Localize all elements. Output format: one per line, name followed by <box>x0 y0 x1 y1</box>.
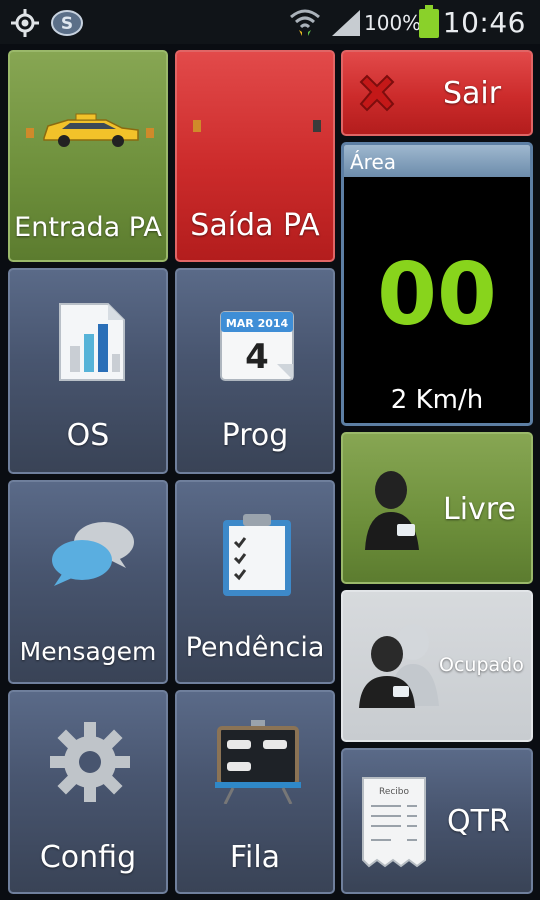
entrada-pa-label: Entrada PA <box>14 212 162 243</box>
driver-icon <box>361 468 423 556</box>
calendar-icon: MAR 2014 4 <box>219 304 295 386</box>
mensagem-label: Mensagem <box>19 637 157 666</box>
battery-percent: 100% <box>364 11 422 35</box>
saida-pa-button[interactable]: Saída PA <box>175 50 335 262</box>
saida-pa-label: Saída PA <box>190 208 320 243</box>
prog-button[interactable]: MAR 2014 4 Prog <box>175 268 335 474</box>
speed-readout: 2 Km/h <box>390 385 484 415</box>
config-label: Config <box>39 840 137 875</box>
calendar-month: MAR 2014 <box>226 317 289 330</box>
ocupado-label: Ocupado <box>439 654 524 676</box>
entrada-pa-button[interactable]: Entrada PA <box>8 50 168 262</box>
config-button[interactable]: Config <box>8 690 168 894</box>
taxi-icon <box>22 110 158 154</box>
queue-board-icon <box>213 720 303 808</box>
sair-button[interactable]: Sair <box>341 50 533 136</box>
sair-label: Sair <box>442 76 502 111</box>
clipboard-checklist-icon <box>221 512 293 602</box>
area-panel: Área 00 2 Km/h <box>341 142 533 426</box>
departure-icon <box>189 116 325 144</box>
os-button[interactable]: OS <box>8 268 168 474</box>
qtr-button[interactable]: Recibo QTR <box>341 748 533 894</box>
close-icon <box>353 70 401 122</box>
chat-icon <box>46 518 140 592</box>
gps-icon <box>10 8 40 42</box>
occupied-passengers-icon <box>353 620 443 714</box>
pendencia-label: Pendência <box>185 632 325 663</box>
livre-label: Livre <box>443 492 516 527</box>
app-s-icon: S <box>50 8 84 42</box>
prog-label: Prog <box>221 418 289 453</box>
gear-icon <box>48 720 132 808</box>
svg-text:S: S <box>61 14 73 34</box>
area-header: Área <box>344 145 530 177</box>
calendar-day: 4 <box>245 337 269 377</box>
receipt-icon: Recibo <box>361 776 427 872</box>
qtr-label: QTR <box>447 804 510 839</box>
status-bar: S 100% 10:46 <box>0 0 540 44</box>
os-label: OS <box>66 418 110 453</box>
wifi-icon <box>288 6 322 42</box>
battery-icon <box>418 5 440 43</box>
status-time: 10:46 <box>442 6 526 39</box>
fila-label: Fila <box>229 840 281 875</box>
mensagem-button[interactable]: Mensagem <box>8 480 168 684</box>
fila-button[interactable]: Fila <box>175 690 335 894</box>
ocupado-button[interactable]: Ocupado <box>341 590 533 742</box>
area-value: 00 <box>377 245 497 345</box>
livre-button[interactable]: Livre <box>341 432 533 584</box>
signal-icon <box>330 8 362 42</box>
report-chart-icon <box>56 300 128 388</box>
pendencia-button[interactable]: Pendência <box>175 480 335 684</box>
receipt-title: Recibo <box>379 787 410 797</box>
